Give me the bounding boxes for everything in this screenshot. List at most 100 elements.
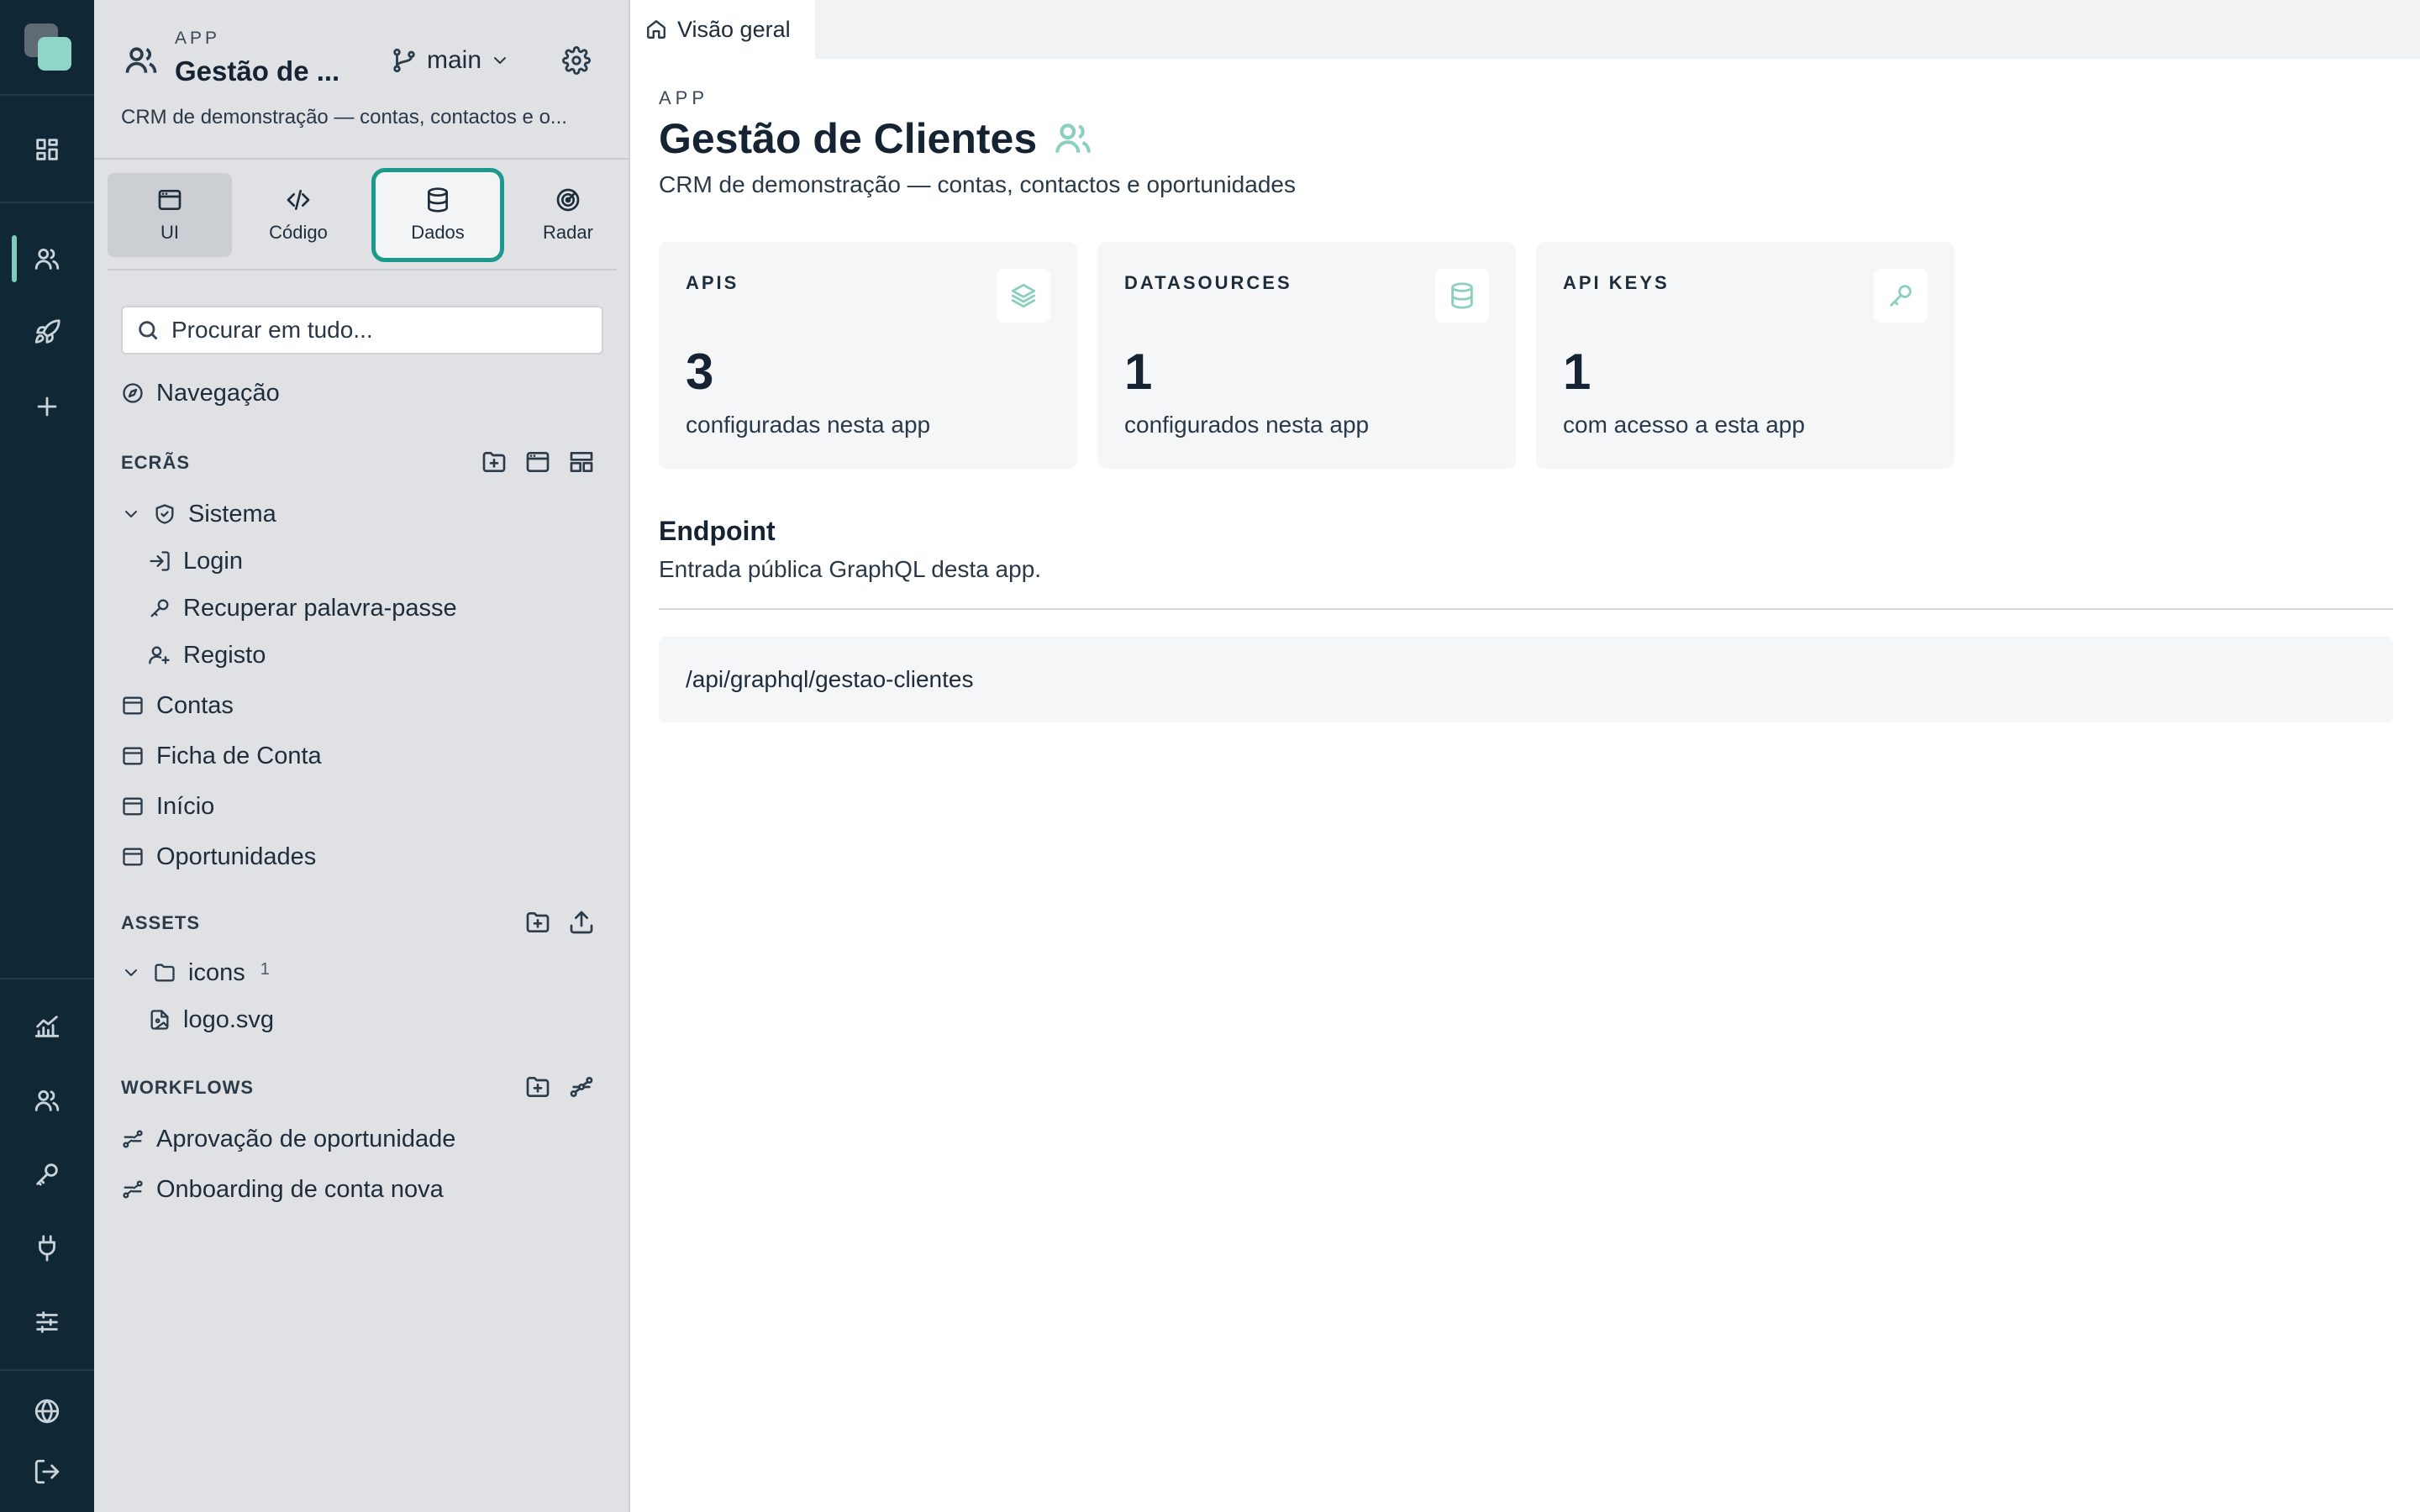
section-divider bbox=[659, 608, 2393, 610]
sidebar-tabs: UI Código Dados Radar bbox=[108, 168, 617, 270]
page-overline: APP bbox=[659, 87, 709, 108]
tab-visao-geral-label: Visão geral bbox=[677, 16, 791, 42]
upload-asset-button[interactable] bbox=[568, 909, 595, 936]
plus-icon[interactable] bbox=[29, 388, 66, 425]
branch-name: main bbox=[427, 46, 482, 74]
endpoint-heading: Endpoint bbox=[659, 516, 776, 546]
tree-item-label: Login bbox=[183, 547, 243, 575]
tab-visao-geral[interactable]: Visão geral bbox=[632, 0, 815, 59]
main-content: Visão geral APP Gestão de Clientes CRM d… bbox=[632, 0, 2420, 1512]
assets-actions bbox=[524, 909, 595, 936]
tree-item-registo[interactable]: Registo bbox=[148, 635, 266, 675]
tree-item-recuperar[interactable]: Recuperar palavra-passe bbox=[148, 588, 457, 628]
upload-icon bbox=[570, 911, 593, 934]
plug-icon[interactable] bbox=[29, 1230, 66, 1267]
screens-actions bbox=[481, 449, 595, 475]
icon-rail bbox=[0, 0, 94, 1512]
tab-codigo-label: Código bbox=[269, 222, 328, 243]
tree-file-label: logo.svg bbox=[183, 1005, 275, 1033]
search-input[interactable] bbox=[171, 317, 575, 344]
tree-item-ficha[interactable]: Ficha de Conta bbox=[121, 736, 322, 776]
workflow-icon bbox=[123, 1130, 143, 1148]
tab-dados[interactable]: Dados bbox=[371, 168, 504, 262]
database-icon bbox=[428, 187, 448, 213]
tree-item-label: Oportunidades bbox=[156, 843, 317, 870]
sliders-icon[interactable] bbox=[29, 1304, 66, 1341]
search-icon bbox=[139, 321, 158, 340]
rocket-icon[interactable] bbox=[29, 314, 66, 351]
database-icon bbox=[1435, 269, 1489, 323]
analytics-icon[interactable] bbox=[29, 1008, 66, 1045]
window-icon bbox=[123, 696, 143, 715]
page-title-text: Gestão de Clientes bbox=[659, 115, 1038, 162]
stat-card-value: 1 bbox=[1563, 344, 1591, 400]
endpoint-url[interactable]: /api/graphql/gestao-clientes bbox=[686, 666, 973, 693]
stat-card-value: 3 bbox=[686, 344, 714, 400]
new-layout-button[interactable] bbox=[568, 449, 595, 475]
chevron-down-icon bbox=[125, 511, 137, 517]
stat-card-label: API KEYS bbox=[1563, 272, 1670, 293]
workflow-icon bbox=[123, 1180, 143, 1199]
tab-dados-label: Dados bbox=[411, 222, 465, 243]
image-file-icon bbox=[150, 1010, 169, 1030]
sidebar-header: APP Gestão de ... main CRM de demonstraç… bbox=[94, 0, 629, 160]
stat-card-datasources[interactable]: DATASOURCES 1 configurados nesta app bbox=[1097, 242, 1516, 469]
workflows-section-label: WORKFLOWS bbox=[121, 1077, 255, 1098]
tab-codigo[interactable]: Código bbox=[236, 173, 360, 257]
project-sidebar: APP Gestão de ... main CRM de demonstraç… bbox=[94, 0, 630, 1512]
new-folder-button[interactable] bbox=[481, 449, 508, 475]
workflows-actions bbox=[524, 1074, 595, 1100]
app-title: Gestão de ... bbox=[175, 55, 340, 87]
endpoint-url-box[interactable]: /api/graphql/gestao-clientes bbox=[659, 637, 2393, 722]
stat-card-api-keys[interactable]: API KEYS 1 com acesso a esta app bbox=[1536, 242, 1954, 469]
rail-active-indicator bbox=[12, 235, 17, 282]
brand-logo[interactable] bbox=[24, 24, 71, 71]
key-icon bbox=[1874, 269, 1928, 323]
tab-radar[interactable]: Radar bbox=[506, 173, 630, 257]
stat-card-caption: configurados nesta app bbox=[1124, 412, 1370, 438]
tab-ui[interactable]: UI bbox=[108, 173, 232, 257]
new-workflow-folder-button[interactable] bbox=[524, 1074, 551, 1100]
settings-button[interactable] bbox=[558, 42, 595, 79]
page-title: Gestão de Clientes bbox=[659, 114, 1094, 163]
tree-group-sistema[interactable]: Sistema bbox=[121, 494, 276, 534]
team-icon[interactable] bbox=[29, 1082, 66, 1119]
tab-ui-label: UI bbox=[160, 222, 179, 243]
layers-icon bbox=[997, 269, 1050, 323]
new-screen-button[interactable] bbox=[524, 449, 551, 475]
tree-item-inicio[interactable]: Início bbox=[121, 786, 214, 827]
tree-item-oportunidades[interactable]: Oportunidades bbox=[121, 837, 316, 877]
dashboard-icon[interactable] bbox=[29, 131, 66, 168]
stat-card-apis[interactable]: APIS 3 configuradas nesta app bbox=[659, 242, 1077, 469]
window-icon bbox=[526, 452, 550, 472]
new-asset-folder-button[interactable] bbox=[524, 909, 551, 936]
rail-divider bbox=[0, 978, 94, 979]
globe-icon[interactable] bbox=[29, 1393, 66, 1430]
gear-icon bbox=[562, 46, 591, 75]
tree-item-label: Ficha de Conta bbox=[156, 742, 322, 769]
workflow-icon bbox=[570, 1077, 593, 1097]
chevron-down-icon bbox=[494, 57, 507, 64]
key-icon[interactable] bbox=[29, 1156, 66, 1193]
tree-item-contas[interactable]: Contas bbox=[121, 685, 234, 726]
tree-file-logo[interactable]: logo.svg bbox=[148, 1000, 274, 1040]
app-description: CRM de demonstração — contas, contactos … bbox=[121, 106, 567, 129]
tree-folder-icons[interactable]: icons 1 bbox=[121, 953, 270, 993]
new-workflow-button[interactable] bbox=[568, 1074, 595, 1100]
workflow-item-onboarding[interactable]: Onboarding de conta nova bbox=[121, 1169, 444, 1210]
user-plus-icon bbox=[149, 646, 170, 664]
tree-item-login[interactable]: Login bbox=[148, 541, 243, 581]
folder-icon bbox=[155, 963, 175, 982]
assets-section-label: ASSETS bbox=[121, 912, 201, 933]
navigation-label: Navegação bbox=[156, 379, 280, 407]
editor-tabbar: Visão geral bbox=[632, 0, 2420, 59]
branch-selector[interactable]: main bbox=[390, 42, 510, 79]
compass-icon bbox=[123, 383, 143, 403]
users-icon bbox=[1055, 123, 1091, 153]
navigation-item[interactable]: Navegação bbox=[121, 373, 280, 413]
tree-item-label: Recuperar palavra-passe bbox=[183, 594, 457, 622]
logout-icon[interactable] bbox=[29, 1453, 66, 1490]
stat-card-label: APIS bbox=[686, 272, 739, 293]
users-icon[interactable] bbox=[29, 240, 66, 277]
workflow-item-aprovacao[interactable]: Aprovação de oportunidade bbox=[121, 1119, 455, 1159]
